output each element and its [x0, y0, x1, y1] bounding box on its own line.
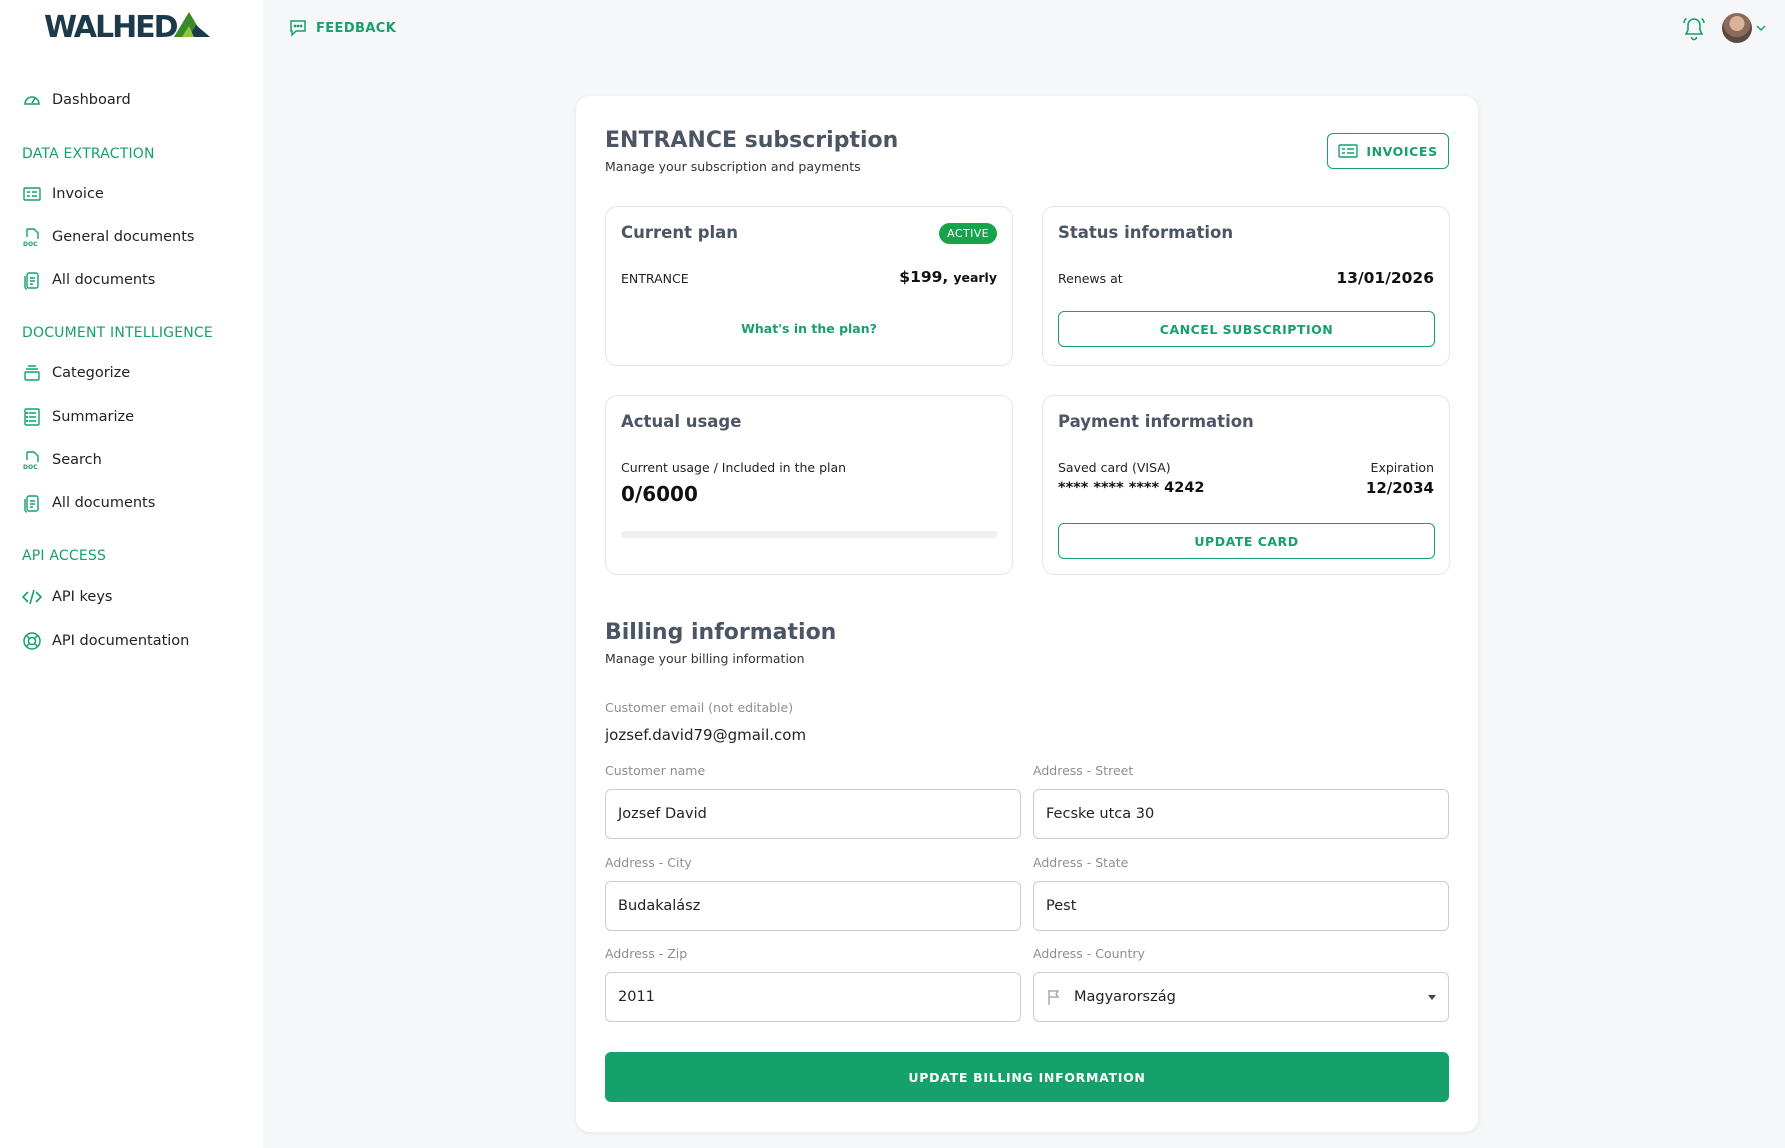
status-panel: Status information Renews at 13/01/2026 … [1042, 206, 1450, 366]
sidebar-item-api-keys[interactable]: API keys [22, 583, 113, 611]
invoices-label: INVOICES [1366, 143, 1438, 159]
plan-price-group: $199, yearly [899, 268, 997, 286]
avatar [1722, 13, 1752, 43]
usage-value: 0/6000 [621, 482, 698, 506]
section-title-document-intelligence: DOCUMENT INTELLIGENCE [22, 325, 213, 341]
plan-name: ENTRANCE [621, 271, 689, 286]
sidebar-item-label: Search [52, 452, 102, 468]
sidebar-item-api-documentation[interactable]: API documentation [22, 627, 189, 655]
svg-text:DOC: DOC [23, 464, 38, 470]
sidebar-item-invoice[interactable]: Invoice [22, 180, 104, 208]
invoices-button[interactable]: INVOICES [1327, 133, 1449, 169]
status-title: Status information [1058, 223, 1234, 242]
sidebar-item-dashboard[interactable]: Dashboard [22, 86, 131, 114]
layers-icon [22, 363, 42, 383]
plan-details-link[interactable]: What's in the plan? [606, 321, 1012, 336]
current-plan-title: Current plan [621, 223, 739, 242]
renews-date: 13/01/2026 [1336, 269, 1434, 287]
sidebar: WALHED Dashboard DATA EXTRACTION Invoice… [0, 0, 263, 1148]
usage-progress-bar [621, 531, 998, 538]
bell-icon[interactable] [1682, 16, 1706, 42]
sidebar-item-general-documents[interactable]: DOC General documents [22, 223, 194, 251]
section-title-api-access: API ACCESS [22, 548, 107, 564]
sidebar-item-label: Categorize [52, 365, 131, 381]
sidebar-item-label: API documentation [52, 633, 190, 649]
email-label: Customer email (not editable) [605, 700, 794, 715]
update-card-button[interactable]: UPDATE CARD [1058, 523, 1435, 559]
sidebar-item-categorize[interactable]: Categorize [22, 359, 130, 387]
billing-title: Billing information [605, 620, 837, 645]
list-icon [22, 407, 42, 427]
state-input[interactable]: Pest [1033, 881, 1449, 931]
city-label: Address - City [605, 855, 692, 870]
caret-down-icon [1428, 995, 1436, 1000]
feedback-label: FEEDBACK [316, 20, 397, 36]
sidebar-item-label: Invoice [52, 186, 104, 202]
billing-subtitle: Manage your billing information [605, 651, 805, 666]
code-icon [22, 587, 42, 607]
svg-text:WALHED: WALHED [44, 10, 178, 44]
documents-icon [22, 493, 42, 513]
expiration-value: 12/2034 [1365, 479, 1434, 497]
subscription-title: ENTRANCE subscription [605, 128, 899, 153]
update-billing-button[interactable]: UPDATE BILLING INFORMATION [605, 1052, 1449, 1102]
sidebar-item-all-documents-2[interactable]: All documents [22, 489, 155, 517]
payment-panel: Payment information Saved card (VISA) **… [1042, 395, 1450, 575]
usage-title: Actual usage [621, 412, 742, 431]
sidebar-item-summarize[interactable]: Summarize [22, 403, 134, 431]
customer-name-input[interactable]: Jozsef David [605, 789, 1021, 839]
subscription-card: ENTRANCE subscription Manage your subscr… [576, 96, 1478, 1132]
plan-period: yearly [953, 270, 997, 285]
gauge-icon [22, 90, 42, 110]
sidebar-item-label: Summarize [52, 409, 135, 425]
sidebar-item-label: API keys [52, 589, 113, 605]
current-plan-panel: Current plan ACTIVE ENTRANCE $199, yearl… [605, 206, 1013, 366]
street-input[interactable]: Fecske utca 30 [1033, 789, 1449, 839]
renews-label: Renews at [1058, 271, 1123, 286]
usage-label: Current usage / Included in the plan [621, 460, 847, 475]
name-label: Customer name [605, 763, 706, 778]
card-number: **** **** **** 4242 [1058, 480, 1205, 496]
sidebar-item-all-documents[interactable]: All documents [22, 266, 155, 294]
section-title-data-extraction: DATA EXTRACTION [22, 146, 155, 162]
sidebar-item-label: All documents [52, 495, 156, 511]
subscription-subtitle: Manage your subscription and payments [605, 159, 861, 174]
zip-input[interactable]: 2011 [605, 972, 1021, 1022]
state-label: Address - State [1033, 855, 1129, 870]
documents-icon [22, 270, 42, 290]
expiration-label: Expiration [1370, 460, 1434, 475]
chat-icon [288, 18, 308, 38]
user-menu[interactable] [1722, 13, 1767, 43]
zip-label: Address - Zip [605, 946, 688, 961]
svg-text:DOC: DOC [23, 241, 38, 247]
sidebar-item-search[interactable]: DOC Search [22, 446, 102, 474]
sidebar-item-label: All documents [52, 272, 156, 288]
cancel-subscription-button[interactable]: CANCEL SUBSCRIPTION [1058, 311, 1435, 347]
invoice-icon [1338, 143, 1359, 159]
plan-price: $199, [899, 268, 949, 286]
sidebar-item-label: Dashboard [52, 92, 131, 108]
sidebar-item-label: General documents [52, 229, 195, 245]
card-label: Saved card (VISA) [1058, 460, 1171, 475]
country-label: Address - Country [1033, 946, 1145, 961]
chevron-down-icon [1755, 23, 1767, 33]
country-select[interactable]: Magyarország [1033, 972, 1449, 1022]
lifebuoy-icon [22, 631, 42, 651]
status-badge: ACTIVE [939, 223, 997, 244]
doc-icon: DOC [22, 227, 42, 247]
city-input[interactable]: Budakalász [605, 881, 1021, 931]
payment-title: Payment information [1058, 412, 1254, 431]
country-value: Magyarország [1074, 989, 1176, 1005]
invoice-icon [22, 184, 42, 204]
flag-icon [1046, 988, 1064, 1006]
doc-icon: DOC [22, 450, 42, 470]
customer-email: jozsef.david79@gmail.com [605, 726, 807, 744]
walheda-logo[interactable]: WALHED [44, 8, 214, 44]
street-label: Address - Street [1033, 763, 1134, 778]
usage-panel: Actual usage Current usage / Included in… [605, 395, 1013, 575]
feedback-button[interactable]: FEEDBACK [288, 18, 396, 38]
